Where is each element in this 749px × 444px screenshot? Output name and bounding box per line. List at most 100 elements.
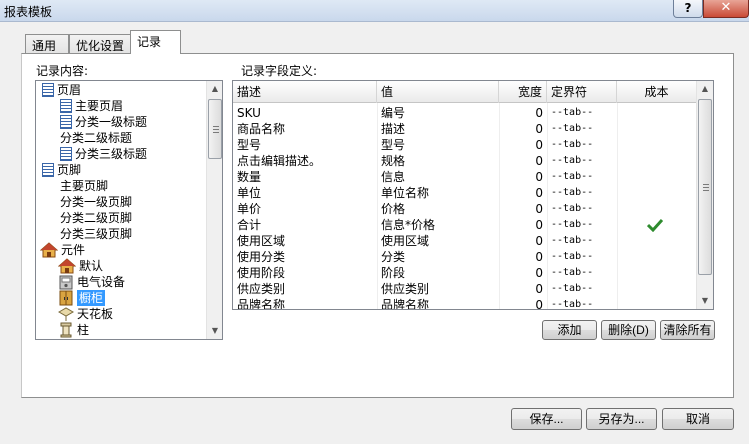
- table-row[interactable]: 合计 信息*价格 0 --tab--: [233, 217, 697, 233]
- table-row[interactable]: 单价 价格 0 --tab--: [233, 201, 697, 217]
- cell-value[interactable]: 型号: [377, 137, 499, 153]
- cell-value[interactable]: 分类: [377, 249, 499, 265]
- table-row[interactable]: 使用分类 分类 0 --tab--: [233, 249, 697, 265]
- cell-description[interactable]: 单位: [233, 185, 377, 201]
- cell-width[interactable]: 0: [499, 297, 547, 309]
- cell-value[interactable]: 信息: [377, 169, 499, 185]
- grid-scroll-up-arrow-icon[interactable]: ▲: [697, 81, 713, 97]
- cell-cost[interactable]: [617, 137, 697, 153]
- cell-description[interactable]: SKU: [233, 105, 377, 121]
- cell-value[interactable]: 单位名称: [377, 185, 499, 201]
- cell-description[interactable]: 数量: [233, 169, 377, 185]
- tree-scrollbar[interactable]: ▲ ▼: [206, 81, 222, 339]
- cell-value[interactable]: 供应类别: [377, 281, 499, 297]
- tree-item[interactable]: 柱: [58, 322, 89, 338]
- cell-cost[interactable]: [617, 265, 697, 281]
- cell-width[interactable]: 0: [499, 233, 547, 249]
- cell-cost[interactable]: [617, 185, 697, 201]
- cell-delimiter[interactable]: --tab--: [547, 153, 617, 169]
- cell-cost[interactable]: [617, 281, 697, 297]
- cell-delimiter[interactable]: --tab--: [547, 121, 617, 137]
- table-row[interactable]: 品牌名称 品牌名称 0 --tab--: [233, 297, 697, 309]
- cell-description[interactable]: 合计: [233, 217, 377, 233]
- tree-item[interactable]: 天花板: [57, 306, 113, 322]
- column-header-cost[interactable]: 成本: [617, 81, 697, 103]
- cell-description[interactable]: 供应类别: [233, 281, 377, 297]
- tree-item[interactable]: 电气设备: [58, 274, 125, 290]
- tree-item[interactable]: 分类二级页脚: [60, 210, 132, 226]
- cell-delimiter[interactable]: --tab--: [547, 297, 617, 309]
- help-button[interactable]: ?: [673, 0, 703, 18]
- tree-item[interactable]: 主要页眉: [60, 98, 123, 114]
- record-content-tree[interactable]: 页眉 主要页眉 分类一级标题 分类二级标题 分类三级标题 页脚 主要页脚 分类一级页脚 分类二级…: [35, 80, 223, 340]
- cell-width[interactable]: 0: [499, 185, 547, 201]
- cell-cost[interactable]: [617, 201, 697, 217]
- cell-description[interactable]: 点击编辑描述。: [233, 153, 377, 169]
- tree-item[interactable]: 分类一级标题: [60, 114, 147, 130]
- cell-description[interactable]: 商品名称: [233, 121, 377, 137]
- tree-item[interactable]: 页脚: [42, 162, 81, 178]
- cell-description[interactable]: 使用阶段: [233, 265, 377, 281]
- cell-cost[interactable]: [617, 297, 697, 309]
- cell-value[interactable]: 编号: [377, 105, 499, 121]
- tree-item[interactable]: 橱柜: [58, 290, 106, 306]
- clear-all-button[interactable]: 清除所有: [660, 320, 715, 340]
- cell-delimiter[interactable]: --tab--: [547, 169, 617, 185]
- cell-cost[interactable]: [617, 105, 697, 121]
- cell-description[interactable]: 使用区域: [233, 233, 377, 249]
- cell-delimiter[interactable]: --tab--: [547, 265, 617, 281]
- cell-width[interactable]: 0: [499, 265, 547, 281]
- cell-delimiter[interactable]: --tab--: [547, 137, 617, 153]
- table-row[interactable]: 单位 单位名称 0 --tab--: [233, 185, 697, 201]
- cell-width[interactable]: 0: [499, 153, 547, 169]
- table-row[interactable]: 型号 型号 0 --tab--: [233, 137, 697, 153]
- tree-item[interactable]: 主要页脚: [60, 178, 108, 194]
- delete-button[interactable]: 删除(D): [601, 320, 656, 340]
- cancel-button[interactable]: 取消: [662, 408, 734, 430]
- save-button[interactable]: 保存...: [511, 408, 582, 430]
- cell-delimiter[interactable]: --tab--: [547, 249, 617, 265]
- cell-cost[interactable]: [617, 249, 697, 265]
- cell-width[interactable]: 0: [499, 169, 547, 185]
- cell-width[interactable]: 0: [499, 201, 547, 217]
- cell-cost[interactable]: [617, 153, 697, 169]
- cell-value[interactable]: 品牌名称: [377, 297, 499, 309]
- scroll-up-arrow-icon[interactable]: ▲: [207, 81, 222, 97]
- cell-description[interactable]: 型号: [233, 137, 377, 153]
- tree-item[interactable]: 页眉: [42, 82, 81, 98]
- cell-width[interactable]: 0: [499, 137, 547, 153]
- cell-value[interactable]: 价格: [377, 201, 499, 217]
- table-row[interactable]: SKU 编号 0 --tab--: [233, 105, 697, 121]
- tab-general[interactable]: 通用: [25, 34, 69, 54]
- cell-value[interactable]: 信息*价格: [377, 217, 499, 233]
- cell-delimiter[interactable]: --tab--: [547, 185, 617, 201]
- save-as-button[interactable]: 另存为...: [586, 408, 657, 430]
- cell-value[interactable]: 描述: [377, 121, 499, 137]
- cell-delimiter[interactable]: --tab--: [547, 105, 617, 121]
- cell-cost[interactable]: [617, 233, 697, 249]
- cell-cost[interactable]: [617, 121, 697, 137]
- cell-cost[interactable]: [617, 217, 697, 233]
- cell-width[interactable]: 0: [499, 105, 547, 121]
- cell-width[interactable]: 0: [499, 217, 547, 233]
- cell-value[interactable]: 规格: [377, 153, 499, 169]
- tab-record[interactable]: 记录: [130, 30, 181, 54]
- add-button[interactable]: 添加: [542, 320, 597, 340]
- tree-item[interactable]: 元件: [39, 242, 85, 258]
- scroll-thumb[interactable]: [208, 99, 222, 159]
- cell-value[interactable]: 阶段: [377, 265, 499, 281]
- cell-description[interactable]: 品牌名称: [233, 297, 377, 309]
- table-row[interactable]: 使用区域 使用区域 0 --tab--: [233, 233, 697, 249]
- cell-delimiter[interactable]: --tab--: [547, 201, 617, 217]
- table-row[interactable]: 商品名称 描述 0 --tab--: [233, 121, 697, 137]
- tab-optimization[interactable]: 优化设置: [69, 34, 131, 54]
- column-header-width[interactable]: 宽度: [499, 81, 547, 103]
- grid-scroll-down-arrow-icon[interactable]: ▼: [697, 293, 713, 309]
- cell-width[interactable]: 0: [499, 281, 547, 297]
- table-row[interactable]: 使用阶段 阶段 0 --tab--: [233, 265, 697, 281]
- close-button[interactable]: ✕: [703, 0, 749, 18]
- tree-item[interactable]: 分类二级标题: [60, 130, 132, 146]
- tree-item[interactable]: 默认: [57, 258, 103, 274]
- cell-delimiter[interactable]: --tab--: [547, 281, 617, 297]
- tree-item[interactable]: 分类三级页脚: [60, 226, 132, 242]
